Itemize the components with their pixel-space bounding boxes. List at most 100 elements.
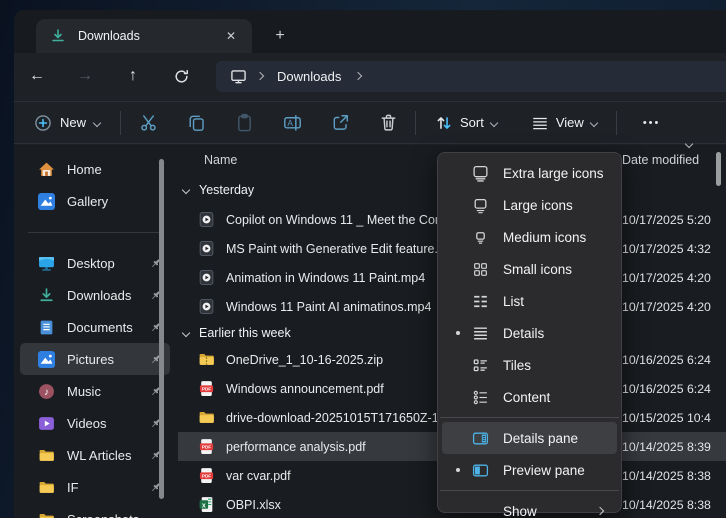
tab-downloads[interactable]: Downloads ✕	[36, 19, 252, 53]
documents-icon	[38, 319, 55, 336]
list-icon	[472, 293, 489, 310]
column-header-name[interactable]: Name	[178, 153, 237, 167]
sidebar-item-gallery[interactable]: Gallery	[20, 185, 170, 217]
menu-item-preview-pane[interactable]: Preview pane	[442, 454, 617, 486]
sidebar-item-label: Screenshots	[67, 512, 162, 518]
file-date: 10/16/2025 6:24	[622, 382, 726, 396]
menu-item-extra-large-icons[interactable]: Extra large icons	[442, 157, 617, 189]
menu-item-label: Small icons	[503, 262, 572, 277]
file-date: 10/14/2025 8:38	[622, 498, 726, 512]
sidebar-item-music[interactable]: Music	[20, 375, 170, 407]
new-button[interactable]: New	[24, 109, 110, 137]
pdf-file-icon	[198, 380, 215, 397]
sidebar-item-videos[interactable]: Videos	[20, 407, 170, 439]
menu-item-tiles[interactable]: Tiles	[442, 349, 617, 381]
menu-item-label: Large icons	[503, 198, 573, 213]
sort-button[interactable]: Sort	[426, 109, 506, 137]
sidebar-scrollbar[interactable]	[159, 159, 164, 499]
menu-divider	[440, 490, 619, 491]
menu-item-label: Medium icons	[503, 230, 586, 245]
sidebar-item-pictures[interactable]: Pictures	[20, 343, 170, 375]
view-icon	[531, 114, 549, 132]
group-label: Yesterday	[199, 183, 254, 197]
refresh-button[interactable]	[164, 61, 198, 91]
sidebar-item-label: Music	[67, 384, 149, 399]
menu-item-details-pane[interactable]: Details pane	[442, 422, 617, 454]
sidebar-divider	[14, 217, 178, 247]
file-name: performance analysis.pdf	[226, 440, 366, 454]
video-file-icon	[198, 269, 215, 286]
sidebar-item-label: WL Articles	[67, 448, 149, 463]
view-button[interactable]: View	[522, 109, 606, 137]
rename-button[interactable]	[275, 107, 309, 139]
delete-button[interactable]	[371, 107, 405, 139]
menu-item-show[interactable]: Show	[442, 495, 617, 518]
sidebar-item-downloads[interactable]: Downloads	[20, 279, 170, 311]
collapse-chevron-icon[interactable]	[182, 329, 190, 337]
sidebar-item-home[interactable]: Home	[20, 153, 170, 185]
sidebar-item-label: IF	[67, 480, 149, 495]
menu-item-small-icons[interactable]: Small icons	[442, 253, 617, 285]
sidebar-item-label: Downloads	[67, 288, 149, 303]
sidebar-item-label: Desktop	[67, 256, 149, 271]
file-name: var cvar.pdf	[226, 469, 291, 483]
gallery-icon	[38, 193, 55, 210]
paste-button[interactable]	[227, 107, 261, 139]
column-header-date-modified[interactable]: Date modified	[622, 153, 699, 167]
sidebar-item-documents[interactable]: Documents	[20, 311, 170, 343]
menu-item-label: Preview pane	[503, 463, 585, 478]
sidebar-item-desktop[interactable]: Desktop	[20, 247, 170, 279]
folder-icon	[38, 447, 55, 464]
close-tab-button[interactable]: ✕	[220, 26, 242, 46]
desktop-icon	[38, 255, 55, 272]
up-button[interactable]: ↑	[116, 61, 150, 91]
sidebar-item-label: Home	[67, 162, 162, 177]
file-name: Windows announcement.pdf	[226, 382, 384, 396]
downloads-icon	[38, 287, 55, 304]
navigation-bar: ← → ↑ Downloads	[14, 53, 726, 99]
chevron-down-icon	[490, 118, 498, 126]
file-name: Windows 11 Paint AI animatinos.mp4	[226, 300, 431, 314]
breadcrumb-downloads[interactable]: Downloads	[277, 69, 341, 84]
extra-large-icons-icon	[472, 165, 489, 182]
share-button[interactable]	[323, 107, 357, 139]
menu-item-label: Show	[503, 504, 537, 518]
home-icon	[38, 161, 55, 178]
menu-item-label: Content	[503, 390, 550, 405]
small-icons-icon	[472, 261, 489, 278]
toolbar-divider	[415, 111, 416, 135]
menu-item-large-icons[interactable]: Large icons	[442, 189, 617, 221]
pdf-file-icon	[198, 438, 215, 455]
menu-item-details[interactable]: Details	[442, 317, 617, 349]
copy-button[interactable]	[179, 107, 213, 139]
menu-item-medium-icons[interactable]: Medium icons	[442, 221, 617, 253]
breadcrumb-chevron-icon[interactable]	[354, 72, 362, 80]
new-button-label: New	[60, 115, 86, 130]
menu-item-label: Details	[503, 326, 544, 341]
chevron-down-icon	[590, 118, 598, 126]
medium-icons-icon	[472, 229, 489, 246]
menu-item-list[interactable]: List	[442, 285, 617, 317]
menu-item-label: List	[503, 294, 524, 309]
tiles-icon	[472, 357, 489, 374]
back-button[interactable]: ←	[20, 61, 54, 91]
address-bar[interactable]: Downloads	[216, 61, 726, 92]
sort-button-label: Sort	[460, 115, 484, 130]
sidebar-item-screenshots[interactable]: Screenshots	[20, 503, 170, 518]
sidebar-item-wl-articles[interactable]: WL Articles	[20, 439, 170, 471]
sidebar-item-if[interactable]: IF	[20, 471, 170, 503]
excel-file-icon	[198, 496, 215, 513]
selected-bullet-icon	[456, 331, 460, 335]
more-options-button[interactable]: •••	[635, 111, 669, 135]
sidebar: Home Gallery Desktop Downloads	[14, 145, 178, 518]
menu-item-content[interactable]: Content	[442, 381, 617, 413]
share-icon	[331, 113, 350, 132]
file-list-scrollbar[interactable]	[716, 152, 721, 186]
collapse-chevron-icon[interactable]	[182, 186, 190, 194]
new-tab-button[interactable]: +	[267, 24, 293, 48]
folder-icon	[198, 409, 215, 426]
rename-icon	[283, 113, 302, 132]
pictures-icon	[38, 351, 55, 368]
forward-button[interactable]: →	[68, 61, 102, 91]
cut-button[interactable]	[131, 107, 165, 139]
